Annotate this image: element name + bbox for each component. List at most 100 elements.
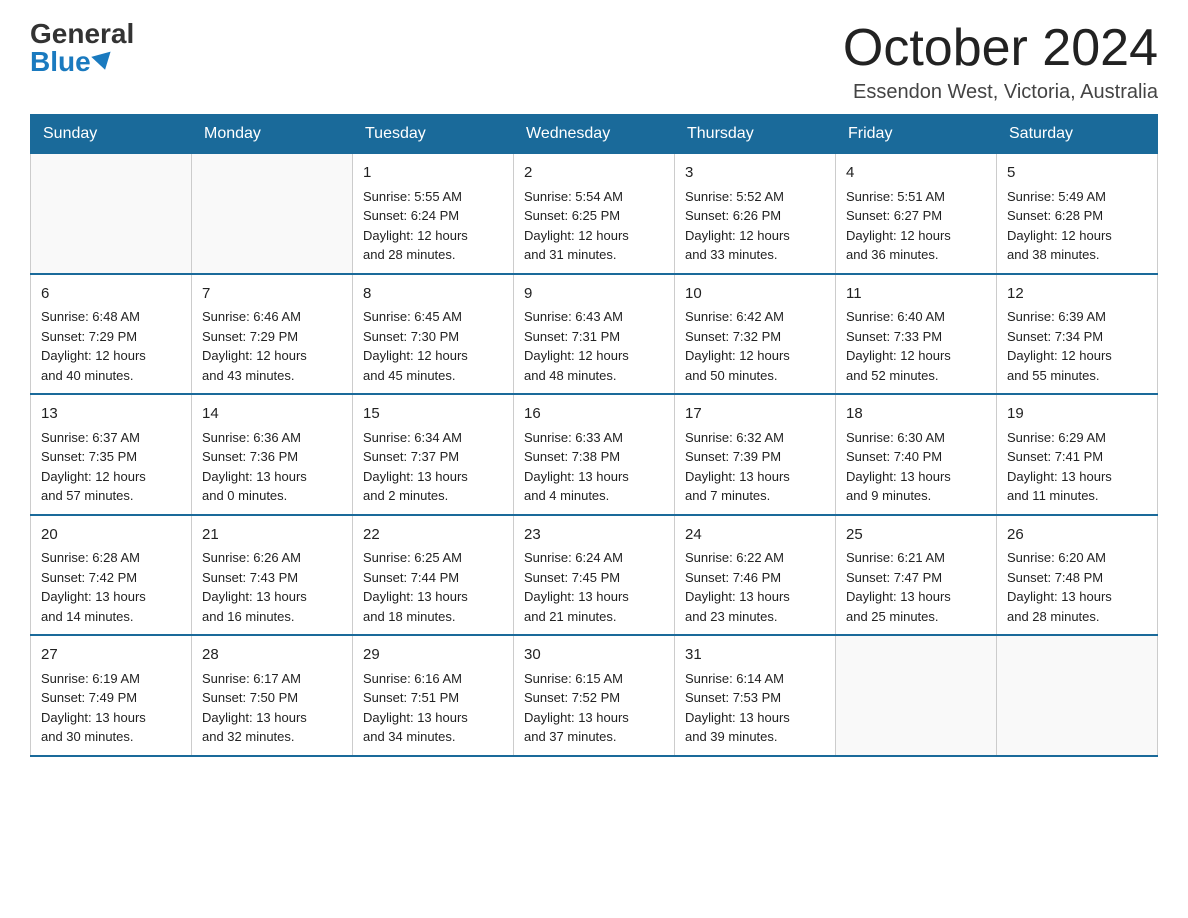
day-info: Sunrise: 5:51 AM Sunset: 6:27 PM Dayligh… [846, 187, 986, 265]
day-number: 25 [846, 524, 986, 547]
day-number: 14 [202, 403, 342, 426]
day-number: 15 [363, 403, 503, 426]
calendar-cell: 10Sunrise: 6:42 AM Sunset: 7:32 PM Dayli… [675, 274, 836, 395]
calendar-cell: 5Sunrise: 5:49 AM Sunset: 6:28 PM Daylig… [997, 154, 1158, 274]
day-number: 19 [1007, 403, 1147, 426]
day-number: 26 [1007, 524, 1147, 547]
day-info: Sunrise: 6:39 AM Sunset: 7:34 PM Dayligh… [1007, 307, 1147, 385]
calendar-week-row: 13Sunrise: 6:37 AM Sunset: 7:35 PM Dayli… [31, 394, 1158, 515]
calendar-cell: 20Sunrise: 6:28 AM Sunset: 7:42 PM Dayli… [31, 515, 192, 636]
day-number: 12 [1007, 283, 1147, 306]
calendar-cell: 24Sunrise: 6:22 AM Sunset: 7:46 PM Dayli… [675, 515, 836, 636]
day-number: 7 [202, 283, 342, 306]
calendar-cell: 21Sunrise: 6:26 AM Sunset: 7:43 PM Dayli… [192, 515, 353, 636]
day-info: Sunrise: 6:22 AM Sunset: 7:46 PM Dayligh… [685, 548, 825, 626]
day-info: Sunrise: 6:16 AM Sunset: 7:51 PM Dayligh… [363, 669, 503, 747]
calendar-week-row: 27Sunrise: 6:19 AM Sunset: 7:49 PM Dayli… [31, 635, 1158, 756]
calendar-cell: 11Sunrise: 6:40 AM Sunset: 7:33 PM Dayli… [836, 274, 997, 395]
day-number: 6 [41, 283, 181, 306]
location-text: Essendon West, Victoria, Australia [843, 81, 1158, 104]
day-info: Sunrise: 6:32 AM Sunset: 7:39 PM Dayligh… [685, 428, 825, 506]
day-of-week-header: Saturday [997, 115, 1158, 154]
calendar-cell [836, 635, 997, 756]
day-info: Sunrise: 5:49 AM Sunset: 6:28 PM Dayligh… [1007, 187, 1147, 265]
logo-blue-text: Blue [30, 48, 113, 76]
day-info: Sunrise: 6:34 AM Sunset: 7:37 PM Dayligh… [363, 428, 503, 506]
day-number: 3 [685, 162, 825, 185]
day-info: Sunrise: 6:36 AM Sunset: 7:36 PM Dayligh… [202, 428, 342, 506]
day-of-week-header: Wednesday [514, 115, 675, 154]
calendar-cell: 9Sunrise: 6:43 AM Sunset: 7:31 PM Daylig… [514, 274, 675, 395]
calendar-cell: 2Sunrise: 5:54 AM Sunset: 6:25 PM Daylig… [514, 154, 675, 274]
calendar-cell: 22Sunrise: 6:25 AM Sunset: 7:44 PM Dayli… [353, 515, 514, 636]
calendar-week-row: 6Sunrise: 6:48 AM Sunset: 7:29 PM Daylig… [31, 274, 1158, 395]
calendar-cell: 31Sunrise: 6:14 AM Sunset: 7:53 PM Dayli… [675, 635, 836, 756]
day-info: Sunrise: 6:30 AM Sunset: 7:40 PM Dayligh… [846, 428, 986, 506]
day-number: 29 [363, 644, 503, 667]
day-of-week-header: Tuesday [353, 115, 514, 154]
day-number: 27 [41, 644, 181, 667]
day-of-week-header: Friday [836, 115, 997, 154]
day-info: Sunrise: 6:14 AM Sunset: 7:53 PM Dayligh… [685, 669, 825, 747]
day-info: Sunrise: 5:54 AM Sunset: 6:25 PM Dayligh… [524, 187, 664, 265]
page-header: General Blue October 2024 Essendon West,… [30, 20, 1158, 104]
day-info: Sunrise: 6:33 AM Sunset: 7:38 PM Dayligh… [524, 428, 664, 506]
day-info: Sunrise: 6:43 AM Sunset: 7:31 PM Dayligh… [524, 307, 664, 385]
day-info: Sunrise: 5:55 AM Sunset: 6:24 PM Dayligh… [363, 187, 503, 265]
day-number: 5 [1007, 162, 1147, 185]
day-number: 22 [363, 524, 503, 547]
day-info: Sunrise: 6:25 AM Sunset: 7:44 PM Dayligh… [363, 548, 503, 626]
calendar-cell: 13Sunrise: 6:37 AM Sunset: 7:35 PM Dayli… [31, 394, 192, 515]
day-number: 1 [363, 162, 503, 185]
calendar-cell [31, 154, 192, 274]
calendar-cell: 14Sunrise: 6:36 AM Sunset: 7:36 PM Dayli… [192, 394, 353, 515]
calendar-table: SundayMondayTuesdayWednesdayThursdayFrid… [30, 114, 1158, 757]
calendar-cell: 16Sunrise: 6:33 AM Sunset: 7:38 PM Dayli… [514, 394, 675, 515]
day-number: 24 [685, 524, 825, 547]
day-info: Sunrise: 6:28 AM Sunset: 7:42 PM Dayligh… [41, 548, 181, 626]
calendar-cell [192, 154, 353, 274]
day-info: Sunrise: 6:21 AM Sunset: 7:47 PM Dayligh… [846, 548, 986, 626]
day-info: Sunrise: 6:24 AM Sunset: 7:45 PM Dayligh… [524, 548, 664, 626]
day-number: 28 [202, 644, 342, 667]
calendar-week-row: 20Sunrise: 6:28 AM Sunset: 7:42 PM Dayli… [31, 515, 1158, 636]
day-number: 13 [41, 403, 181, 426]
logo-general-text: General [30, 20, 134, 48]
day-number: 18 [846, 403, 986, 426]
day-number: 31 [685, 644, 825, 667]
day-info: Sunrise: 6:40 AM Sunset: 7:33 PM Dayligh… [846, 307, 986, 385]
day-info: Sunrise: 6:26 AM Sunset: 7:43 PM Dayligh… [202, 548, 342, 626]
day-info: Sunrise: 6:48 AM Sunset: 7:29 PM Dayligh… [41, 307, 181, 385]
title-section: October 2024 Essendon West, Victoria, Au… [843, 20, 1158, 104]
calendar-cell: 17Sunrise: 6:32 AM Sunset: 7:39 PM Dayli… [675, 394, 836, 515]
calendar-cell: 18Sunrise: 6:30 AM Sunset: 7:40 PM Dayli… [836, 394, 997, 515]
day-number: 30 [524, 644, 664, 667]
day-number: 23 [524, 524, 664, 547]
day-number: 8 [363, 283, 503, 306]
calendar-cell: 12Sunrise: 6:39 AM Sunset: 7:34 PM Dayli… [997, 274, 1158, 395]
calendar-cell: 28Sunrise: 6:17 AM Sunset: 7:50 PM Dayli… [192, 635, 353, 756]
calendar-cell: 4Sunrise: 5:51 AM Sunset: 6:27 PM Daylig… [836, 154, 997, 274]
day-info: Sunrise: 6:19 AM Sunset: 7:49 PM Dayligh… [41, 669, 181, 747]
day-number: 16 [524, 403, 664, 426]
month-title: October 2024 [843, 20, 1158, 77]
calendar-cell: 15Sunrise: 6:34 AM Sunset: 7:37 PM Dayli… [353, 394, 514, 515]
calendar-cell: 25Sunrise: 6:21 AM Sunset: 7:47 PM Dayli… [836, 515, 997, 636]
calendar-cell: 8Sunrise: 6:45 AM Sunset: 7:30 PM Daylig… [353, 274, 514, 395]
calendar-cell: 3Sunrise: 5:52 AM Sunset: 6:26 PM Daylig… [675, 154, 836, 274]
calendar-cell: 7Sunrise: 6:46 AM Sunset: 7:29 PM Daylig… [192, 274, 353, 395]
day-of-week-header: Thursday [675, 115, 836, 154]
calendar-week-row: 1Sunrise: 5:55 AM Sunset: 6:24 PM Daylig… [31, 154, 1158, 274]
day-info: Sunrise: 6:17 AM Sunset: 7:50 PM Dayligh… [202, 669, 342, 747]
day-info: Sunrise: 6:20 AM Sunset: 7:48 PM Dayligh… [1007, 548, 1147, 626]
calendar-cell: 23Sunrise: 6:24 AM Sunset: 7:45 PM Dayli… [514, 515, 675, 636]
day-number: 17 [685, 403, 825, 426]
calendar-cell: 27Sunrise: 6:19 AM Sunset: 7:49 PM Dayli… [31, 635, 192, 756]
day-number: 11 [846, 283, 986, 306]
day-info: Sunrise: 5:52 AM Sunset: 6:26 PM Dayligh… [685, 187, 825, 265]
days-of-week-row: SundayMondayTuesdayWednesdayThursdayFrid… [31, 115, 1158, 154]
day-info: Sunrise: 6:45 AM Sunset: 7:30 PM Dayligh… [363, 307, 503, 385]
calendar-cell: 26Sunrise: 6:20 AM Sunset: 7:48 PM Dayli… [997, 515, 1158, 636]
day-number: 9 [524, 283, 664, 306]
day-info: Sunrise: 6:37 AM Sunset: 7:35 PM Dayligh… [41, 428, 181, 506]
